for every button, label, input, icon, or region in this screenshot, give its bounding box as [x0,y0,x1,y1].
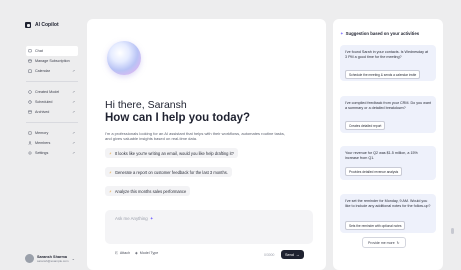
scrollbar[interactable] [451,228,454,234]
app-name: AI Copilot [35,22,59,28]
sidebar-item-settings[interactable]: Settings ↗ [26,148,78,158]
sidebar-item-label: Memory [35,131,49,135]
paperclip-icon: ⎘ [115,251,118,255]
model-icon: ◈ [135,251,138,255]
user-info: Saransh Sharma saransh@example.com [37,255,69,263]
nav-group-main: Chat Manage Subscription Calendar ↗ Crea… [26,46,78,158]
external-link-icon: ↗ [72,90,75,94]
suggestion-card-text: I've set the reminder for Monday, 9 AM. … [345,199,431,208]
sparkle-icon: ✦ [149,216,154,221]
chat-input[interactable]: Ask me Anything ✦ [115,216,153,222]
suggestions-title: ✦ Suggestion based on your activities [340,31,419,37]
sidebar-item-label: Manage Subscription [35,59,70,63]
suggestions-panel: ✦ Suggestion based on your activities I'v… [333,19,443,270]
suggestion-chip[interactable]: ⚡ It looks like you're writing an email,… [105,148,238,158]
suggestion-text: Analyze this months sales performance [114,188,187,194]
intro-text: I'm a professionals looking for an AI as… [105,131,285,142]
send-button[interactable]: Send → [281,250,304,259]
sidebar-item-manage-subscription[interactable]: Manage Subscription [26,56,78,66]
sidebar-item-label: Settings [35,151,49,155]
suggestion-card-text: I've found Sarah in your contacts. Is We… [345,50,429,59]
suggestion-card: I've found Sarah in your contacts. Is We… [340,45,436,81]
sidebar-item-label: Created Model [35,90,60,94]
page-title: How can I help you today? [105,112,251,124]
sidebar-item-label: Calendar [35,69,50,73]
sidebar-item-label: Members [35,141,51,145]
suggestion-card: Your revenue for Q2 was $1.5 million, a … [340,146,436,180]
provide-more-button[interactable]: Provide me more ↻ [362,237,406,248]
suggestion-card-text: I've compiled feedback from your CRM. Do… [345,101,431,110]
sidebar-item-memory[interactable]: Memory ↗ [26,128,78,138]
character-counter: 0/3000 [264,253,275,257]
suggestions-title-text: Suggestion based on your activities [345,31,420,36]
sidebar-item-label: Scheduled [35,100,53,104]
external-link-icon: ↗ [72,131,75,135]
refresh-icon: ↻ [396,240,400,245]
divider [26,122,78,123]
chat-input-placeholder: Ask me Anything [115,216,148,221]
clock-icon [28,100,32,104]
chat-composer: Ask me Anything ✦ ⎘ Attach ◈ Model Type [105,210,313,255]
divider [26,81,78,82]
suggestion-text: Generate a report on customer feedback f… [114,169,228,175]
ai-orb-image [107,41,141,75]
send-label: Send [285,252,294,257]
suggestion-action-button[interactable]: Creates detailed report [345,121,386,130]
sidebar-item-label: Chat [35,49,43,53]
external-link-icon: ↗ [72,69,75,73]
greeting: Hi there, Saransh [105,99,187,111]
sidebar-item-members[interactable]: Members ↗ [26,138,78,148]
model-type-label: Model Type [139,251,159,255]
user-profile[interactable]: Saransh Sharma saransh@example.com ⌄ [25,254,75,263]
suggestion-card-text: Your revenue for Q2 was $1.5 million, a … [345,151,418,160]
attach-button[interactable]: ⎘ Attach [115,251,130,255]
user-email: saransh@example.com [37,258,69,263]
avatar [25,254,34,263]
sidebar-item-scheduled[interactable]: Scheduled ↗ [26,97,78,107]
lightning-icon: ⚡ [109,169,112,175]
sparkle-icon: ✦ [340,31,344,36]
external-link-icon: ↗ [72,141,75,145]
model-icon [28,90,32,94]
sidebar-item-calendar[interactable]: Calendar ↗ [26,66,78,76]
provide-more-label: Provide me more [368,240,395,245]
suggestion-action-button[interactable]: Provides detailed revenue analysis [345,167,403,176]
external-link-icon: ↗ [72,151,75,155]
external-link-icon: ↗ [72,110,75,114]
suggestion-chip[interactable]: ⚡ Analyze this months sales performance [105,186,191,196]
attach-label: Attach [119,251,131,255]
suggestion-chip[interactable]: ⚡ Generate a report on customer feedback… [105,167,232,177]
calendar-icon [28,69,32,73]
model-type-button[interactable]: ◈ Model Type [135,251,158,255]
suggestion-card: I've compiled feedback from your CRM. Do… [340,96,436,133]
subscription-icon [28,59,32,63]
app-logo-icon [25,22,31,28]
sidebar-item-created-model[interactable]: Created Model ↗ [26,87,78,97]
suggestion-text: It looks like you're writing an email, w… [114,150,234,156]
suggestion-card: I've set the reminder for Monday, 9 AM. … [340,194,436,233]
sidebar-item-archived[interactable]: Archived ↗ [26,107,78,117]
chevron-down-icon: ⌄ [71,256,75,261]
sidebar-item-chat[interactable]: Chat [26,46,78,56]
external-link-icon: ↗ [72,100,75,104]
brand: AI Copilot [25,22,59,28]
sidebar-item-label: Archived [35,110,50,114]
suggestion-action-button[interactable]: Schedule the meeting & sends a calendar … [345,70,421,79]
arrow-right-icon: → [295,252,300,257]
memory-icon [28,131,32,135]
lightning-icon: ⚡ [109,150,112,156]
suggestion-action-button[interactable]: Sets the reminder with optional notes [345,221,406,230]
user-name: Saransh Sharma [37,254,67,259]
archive-icon [28,110,32,114]
chat-icon [28,49,32,53]
members-icon [28,141,32,145]
lightning-icon: ⚡ [109,188,112,194]
gear-icon [28,151,32,155]
sidebar: AI Copilot Chat Manage Subscription Cale… [0,0,87,270]
